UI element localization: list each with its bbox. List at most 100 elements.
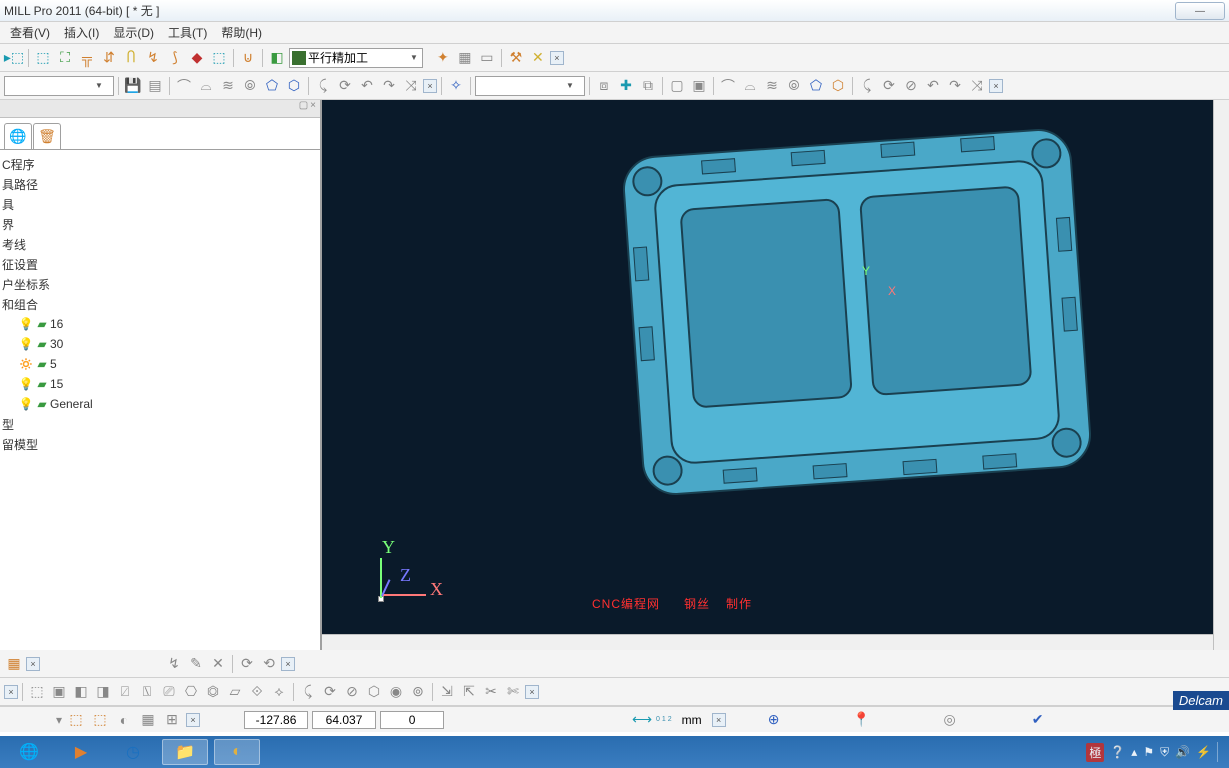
menu-tools[interactable]: 工具(T): [162, 22, 213, 43]
toolbar-close-button[interactable]: ×: [423, 79, 437, 93]
ucs-button[interactable]: ⊍: [238, 48, 258, 68]
e3-button[interactable]: ⊘: [901, 76, 921, 96]
tool-button[interactable]: ╦: [77, 48, 97, 68]
block-button[interactable]: ⬚: [33, 48, 53, 68]
t2-button[interactable]: ⤨: [967, 76, 987, 96]
verify-button[interactable]: ✕: [528, 48, 548, 68]
t05-button[interactable]: ⍁: [115, 682, 135, 702]
3d-viewport[interactable]: YX Y X Z CNC编程网 钢丝 制作: [322, 100, 1229, 650]
nc-button[interactable]: ⚒: [506, 48, 526, 68]
network-icon[interactable]: ⛨: [1160, 745, 1169, 760]
undo-button[interactable]: ↶: [357, 76, 377, 96]
sketch-button[interactable]: ✧: [446, 76, 466, 96]
strategy-combo[interactable]: 平行精加工 ▼: [289, 48, 423, 68]
c1-button[interactable]: ⌒: [718, 76, 738, 96]
explorer-tree[interactable]: C程序 具路径 具 界 考线 征设置 户坐标系 和组合 💡▰16 💡▰30 🔅▰…: [0, 150, 320, 650]
pin-icon[interactable]: ▢: [299, 100, 308, 117]
t21-button[interactable]: ✂: [481, 682, 501, 702]
menu-help[interactable]: 帮助(H): [215, 22, 268, 43]
task-powermill[interactable]: ◐: [214, 739, 260, 765]
name-combo[interactable]: ▼: [4, 76, 114, 96]
t09-button[interactable]: ⏣: [203, 682, 223, 702]
sm4-button[interactable]: ⟳: [237, 654, 257, 674]
menu-view[interactable]: 查看(V): [4, 22, 56, 43]
c3-button[interactable]: ≋: [762, 76, 782, 96]
tree-levels[interactable]: 和组合: [0, 294, 320, 314]
t19-button[interactable]: ⇲: [437, 682, 457, 702]
ime-indicator[interactable]: 極: [1086, 743, 1104, 762]
feed-button[interactable]: ⇵: [99, 48, 119, 68]
t16-button[interactable]: ⬡: [364, 682, 384, 702]
menu-display[interactable]: 显示(D): [107, 22, 160, 43]
t17-button[interactable]: ◉: [386, 682, 406, 702]
redo-button[interactable]: ↷: [379, 76, 399, 96]
show-desktop-button[interactable]: [1217, 742, 1223, 762]
tree-toolpaths[interactable]: 具路径: [0, 174, 320, 194]
tree-level-item[interactable]: 💡▰30: [0, 334, 320, 354]
toolbar-close-button[interactable]: ×: [525, 685, 539, 699]
t08-button[interactable]: ⎔: [181, 682, 201, 702]
task-media[interactable]: ▶: [58, 739, 104, 765]
tree-models[interactable]: 型: [0, 414, 320, 434]
r2-button[interactable]: ↷: [945, 76, 965, 96]
sm2-button[interactable]: ✎: [186, 654, 206, 674]
toolbar-close-button[interactable]: ×: [26, 657, 40, 671]
toolbar-close-button[interactable]: ×: [712, 713, 726, 727]
t10-button[interactable]: ⏥: [225, 682, 245, 702]
target-icon[interactable]: ⊕: [764, 710, 784, 730]
toolbar-close-button[interactable]: ×: [989, 79, 1003, 93]
toolbar-close-button[interactable]: ×: [281, 657, 295, 671]
sb-cube2-button[interactable]: ⬚: [90, 710, 110, 730]
tray-up-icon[interactable]: ▴: [1131, 745, 1137, 759]
rapid-button[interactable]: Ⴖ: [121, 48, 141, 68]
save-button[interactable]: 💾: [123, 76, 143, 96]
sb-cube1-button[interactable]: ⬚: [66, 710, 86, 730]
tab-recycle[interactable]: 🗑: [33, 123, 61, 149]
t06-button[interactable]: ⍂: [137, 682, 157, 702]
tree-level-item[interactable]: 💡▰16: [0, 314, 320, 334]
transform-button[interactable]: ⤨: [401, 76, 421, 96]
u2-button[interactable]: ↶: [923, 76, 943, 96]
curve1-button[interactable]: ⌒: [174, 76, 194, 96]
tree-level-item[interactable]: 💡▰15: [0, 374, 320, 394]
toolpath-strategy-button[interactable]: ✦: [433, 48, 453, 68]
t13-button[interactable]: ⤹: [298, 682, 318, 702]
volume-icon[interactable]: 🔊: [1175, 745, 1190, 759]
t03-button[interactable]: ◧: [71, 682, 91, 702]
curve2-button[interactable]: ⌓: [196, 76, 216, 96]
toolbar-close-button[interactable]: ×: [4, 685, 18, 699]
tree-nc-programs[interactable]: C程序: [0, 154, 320, 174]
help-icon[interactable]: ❔: [1110, 745, 1125, 759]
edit2-button[interactable]: ⟳: [335, 76, 355, 96]
lead-button[interactable]: ↯: [143, 48, 163, 68]
c4-button[interactable]: ⦾: [784, 76, 804, 96]
chevron-down-icon[interactable]: ▾: [56, 713, 62, 727]
sm5-button[interactable]: ⟲: [259, 654, 279, 674]
tree-level-item[interactable]: 💡▰General: [0, 394, 320, 414]
t02-button[interactable]: ▣: [49, 682, 69, 702]
task-explorer[interactable]: 📁: [162, 739, 208, 765]
battery-icon[interactable]: ⚡: [1196, 745, 1211, 759]
toolbar-close-button[interactable]: ×: [186, 713, 200, 727]
info2-icon[interactable]: ✔: [1028, 710, 1048, 730]
t22-button[interactable]: ✄: [503, 682, 523, 702]
new-session-button[interactable]: ▸⬚: [4, 48, 24, 68]
clip2-button[interactable]: ▣: [689, 76, 709, 96]
tree-level-item[interactable]: 🔅▰5: [0, 354, 320, 374]
t01-button[interactable]: ⬚: [27, 682, 47, 702]
pat2-button[interactable]: ✚: [616, 76, 636, 96]
t12-button[interactable]: ⟡: [269, 682, 289, 702]
t20-button[interactable]: ⇱: [459, 682, 479, 702]
c5-button[interactable]: ⬠: [806, 76, 826, 96]
startpoint-button[interactable]: ◆: [187, 48, 207, 68]
tree-stock-models[interactable]: 留模型: [0, 434, 320, 454]
boundary-button[interactable]: ⬠: [262, 76, 282, 96]
edit1-button[interactable]: ⤹: [313, 76, 333, 96]
tree-ucs[interactable]: 户坐标系: [0, 274, 320, 294]
e2-button[interactable]: ⟳: [879, 76, 899, 96]
t15-button[interactable]: ⊘: [342, 682, 362, 702]
scrollbar-vertical[interactable]: [1213, 100, 1229, 650]
c2-button[interactable]: ⌓: [740, 76, 760, 96]
t14-button[interactable]: ⟳: [320, 682, 340, 702]
t04-button[interactable]: ◨: [93, 682, 113, 702]
